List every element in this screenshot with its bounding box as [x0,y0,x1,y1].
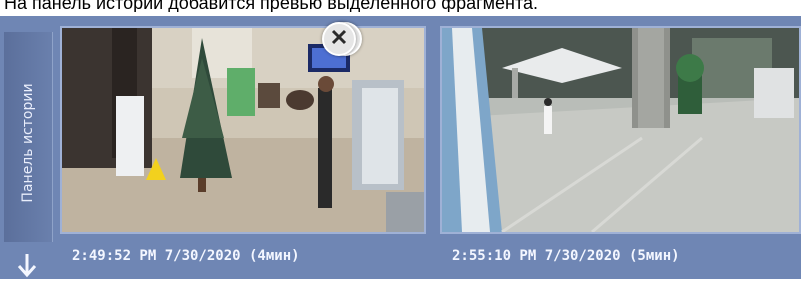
fragment-preview-2[interactable] [440,26,801,234]
fragment-1-timestamp: 2:49:52 PM 7/30/2020 (4мин) [72,248,300,264]
fragment-2-timestamp: 2:55:10 PM 7/30/2020 (5мин) [452,248,680,264]
close-fragment-2-button[interactable] [322,22,356,56]
arrow-down-button[interactable] [8,248,46,286]
close-icon [330,28,348,50]
history-panel-tab[interactable]: Панель истории [4,32,53,242]
arrow-down-icon [16,252,38,282]
history-panel: Панель истории 2:49:52 PM 7/30/2020 (4ми… [0,16,801,279]
camera-frame-plaza [442,28,799,232]
instruction-caption: На панель истории добавится превью выдел… [4,0,539,12]
camera-frame-lobby [62,28,424,232]
fragment-preview-1[interactable] [60,26,426,234]
history-panel-label: Панель истории [20,83,36,203]
